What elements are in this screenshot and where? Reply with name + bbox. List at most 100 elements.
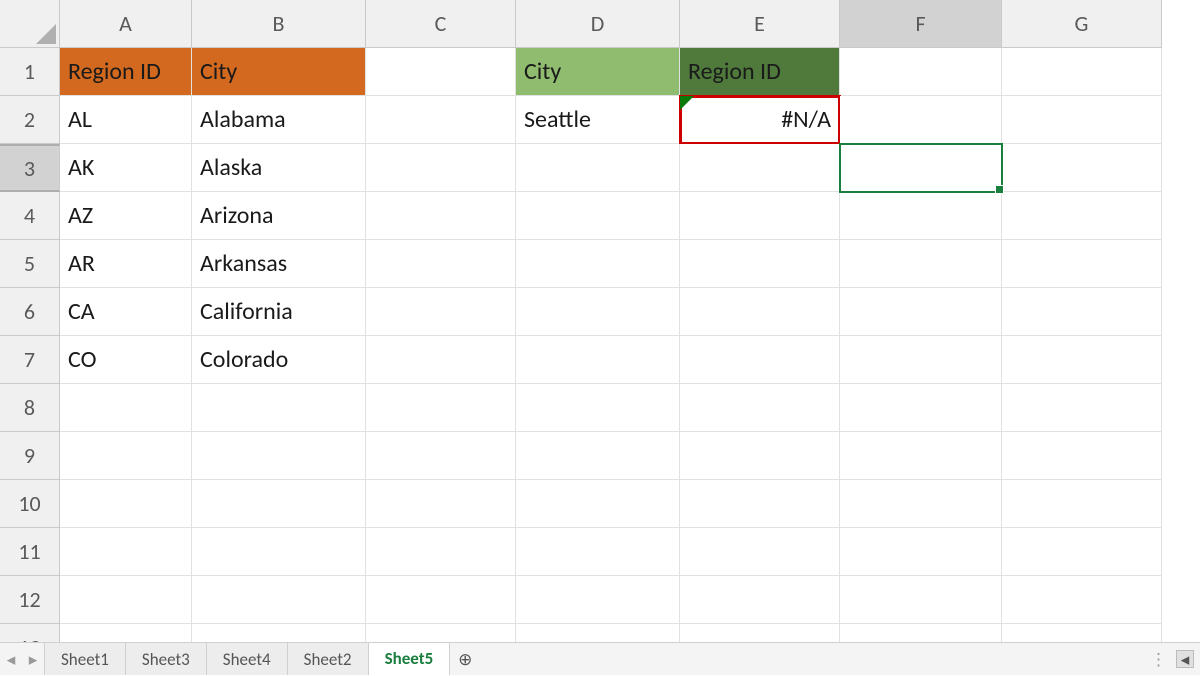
cell-E8[interactable] bbox=[680, 384, 840, 432]
cell-G2[interactable] bbox=[1002, 96, 1162, 144]
tab-nav-right-icon[interactable]: ▸ bbox=[22, 649, 44, 670]
col-header-B[interactable]: B bbox=[192, 0, 366, 48]
tab-sheet2[interactable]: Sheet2 bbox=[288, 643, 369, 675]
cell-A6[interactable]: CA bbox=[60, 288, 192, 336]
cell-C11[interactable] bbox=[366, 528, 516, 576]
col-header-C[interactable]: C bbox=[366, 0, 516, 48]
cell-F12[interactable] bbox=[840, 576, 1002, 624]
col-header-A[interactable]: A bbox=[60, 0, 192, 48]
cell-A1[interactable]: Region ID bbox=[60, 48, 192, 96]
cell-E12[interactable] bbox=[680, 576, 840, 624]
cell-D3[interactable] bbox=[516, 144, 680, 192]
cell-A11[interactable] bbox=[60, 528, 192, 576]
cell-F4[interactable] bbox=[840, 192, 1002, 240]
cell-G5[interactable] bbox=[1002, 240, 1162, 288]
row-header-2[interactable]: 2 bbox=[0, 96, 60, 144]
cell-F11[interactable] bbox=[840, 528, 1002, 576]
cell-A9[interactable] bbox=[60, 432, 192, 480]
tab-nav-left-icon[interactable]: ◂ bbox=[0, 649, 22, 670]
cell-G11[interactable] bbox=[1002, 528, 1162, 576]
cell-C8[interactable] bbox=[366, 384, 516, 432]
new-sheet-button[interactable]: ⊕ bbox=[450, 649, 480, 670]
row-header-11[interactable]: 11 bbox=[0, 528, 60, 576]
cell-A5[interactable]: AR bbox=[60, 240, 192, 288]
cell-C6[interactable] bbox=[366, 288, 516, 336]
cell-C5[interactable] bbox=[366, 240, 516, 288]
cell-A4[interactable]: AZ bbox=[60, 192, 192, 240]
cell-E9[interactable] bbox=[680, 432, 840, 480]
cell-C12[interactable] bbox=[366, 576, 516, 624]
cell-A8[interactable] bbox=[60, 384, 192, 432]
cell-G7[interactable] bbox=[1002, 336, 1162, 384]
cell-F6[interactable] bbox=[840, 288, 1002, 336]
cell-D12[interactable] bbox=[516, 576, 680, 624]
cell-B7[interactable]: Colorado bbox=[192, 336, 366, 384]
row-header-8[interactable]: 8 bbox=[0, 384, 60, 432]
cell-E11[interactable] bbox=[680, 528, 840, 576]
cell-A7[interactable]: CO bbox=[60, 336, 192, 384]
cell-F2[interactable] bbox=[840, 96, 1002, 144]
tab-sheet1[interactable]: Sheet1 bbox=[44, 643, 126, 675]
cell-G9[interactable] bbox=[1002, 432, 1162, 480]
cell-E6[interactable] bbox=[680, 288, 840, 336]
col-header-F[interactable]: F bbox=[840, 0, 1002, 48]
col-header-E[interactable]: E bbox=[680, 0, 840, 48]
cell-B1[interactable]: City bbox=[192, 48, 366, 96]
cell-G12[interactable] bbox=[1002, 576, 1162, 624]
cell-A12[interactable] bbox=[60, 576, 192, 624]
cell-E4[interactable] bbox=[680, 192, 840, 240]
cell-D5[interactable] bbox=[516, 240, 680, 288]
cell-G4[interactable] bbox=[1002, 192, 1162, 240]
cell-E1[interactable]: Region ID bbox=[680, 48, 840, 96]
cell-B10[interactable] bbox=[192, 480, 366, 528]
cell-G8[interactable] bbox=[1002, 384, 1162, 432]
tab-options-icon[interactable]: ⋮ bbox=[1150, 649, 1168, 670]
cell-B5[interactable]: Arkansas bbox=[192, 240, 366, 288]
cell-G10[interactable] bbox=[1002, 480, 1162, 528]
cell-F1[interactable] bbox=[840, 48, 1002, 96]
cell-G6[interactable] bbox=[1002, 288, 1162, 336]
tab-sheet5[interactable]: Sheet5 bbox=[369, 643, 451, 676]
cell-C4[interactable] bbox=[366, 192, 516, 240]
cell-C10[interactable] bbox=[366, 480, 516, 528]
cell-D11[interactable] bbox=[516, 528, 680, 576]
cell-D2[interactable]: Seattle bbox=[516, 96, 680, 144]
row-header-9[interactable]: 9 bbox=[0, 432, 60, 480]
cell-D10[interactable] bbox=[516, 480, 680, 528]
cell-F8[interactable] bbox=[840, 384, 1002, 432]
row-header-7[interactable]: 7 bbox=[0, 336, 60, 384]
cell-D1[interactable]: City bbox=[516, 48, 680, 96]
tab-sheet4[interactable]: Sheet4 bbox=[207, 643, 288, 675]
cell-D8[interactable] bbox=[516, 384, 680, 432]
cell-B4[interactable]: Arizona bbox=[192, 192, 366, 240]
col-header-G[interactable]: G bbox=[1002, 0, 1162, 48]
row-header-10[interactable]: 10 bbox=[0, 480, 60, 528]
col-header-D[interactable]: D bbox=[516, 0, 680, 48]
cell-E5[interactable] bbox=[680, 240, 840, 288]
hscroll-left-icon[interactable]: ◂ bbox=[1176, 650, 1194, 668]
cell-F9[interactable] bbox=[840, 432, 1002, 480]
cell-C1[interactable] bbox=[366, 48, 516, 96]
cell-E7[interactable] bbox=[680, 336, 840, 384]
tab-sheet3[interactable]: Sheet3 bbox=[126, 643, 207, 675]
row-header-5[interactable]: 5 bbox=[0, 240, 60, 288]
cell-C9[interactable] bbox=[366, 432, 516, 480]
cell-A3[interactable]: AK bbox=[60, 144, 192, 192]
cell-E10[interactable] bbox=[680, 480, 840, 528]
cell-C3[interactable] bbox=[366, 144, 516, 192]
cell-B9[interactable] bbox=[192, 432, 366, 480]
cell-D9[interactable] bbox=[516, 432, 680, 480]
cell-F7[interactable] bbox=[840, 336, 1002, 384]
cell-D6[interactable] bbox=[516, 288, 680, 336]
cell-D7[interactable] bbox=[516, 336, 680, 384]
cell-D4[interactable] bbox=[516, 192, 680, 240]
cell-B11[interactable] bbox=[192, 528, 366, 576]
cell-G3[interactable] bbox=[1002, 144, 1162, 192]
cell-C7[interactable] bbox=[366, 336, 516, 384]
cell-G1[interactable] bbox=[1002, 48, 1162, 96]
cell-B8[interactable] bbox=[192, 384, 366, 432]
cell-B3[interactable]: Alaska bbox=[192, 144, 366, 192]
cell-F10[interactable] bbox=[840, 480, 1002, 528]
row-header-12[interactable]: 12 bbox=[0, 576, 60, 624]
select-all-corner[interactable] bbox=[0, 0, 60, 48]
